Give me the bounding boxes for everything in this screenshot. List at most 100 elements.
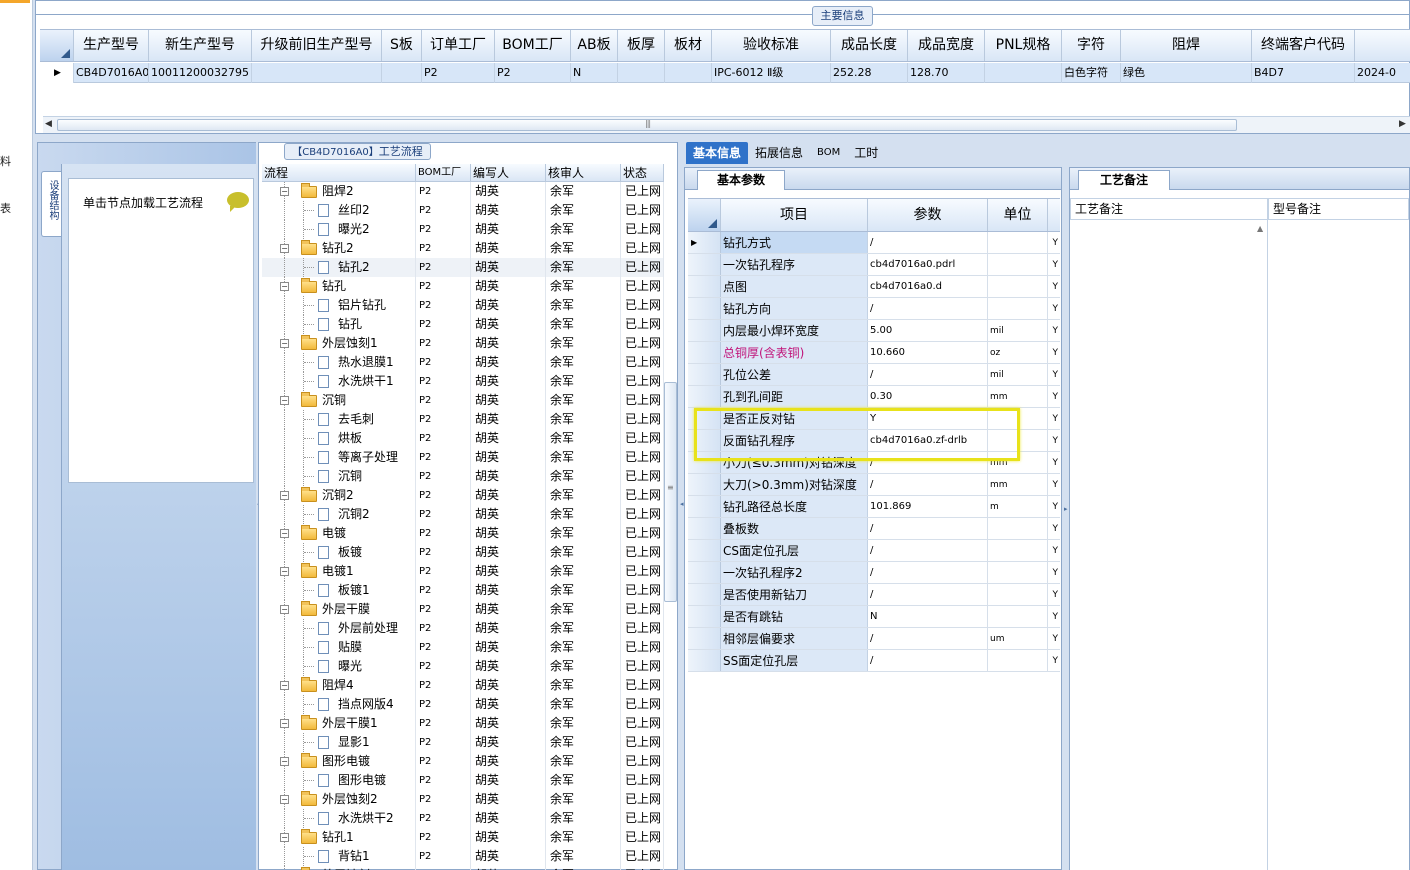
table-cell[interactable] bbox=[618, 63, 665, 83]
table-row[interactable]: 图形电镀 P2 胡英 余军 已上网 bbox=[262, 771, 664, 790]
table-cell[interactable]: 余军 bbox=[546, 771, 621, 790]
table-cell[interactable]: 余军 bbox=[546, 505, 621, 524]
row-selector-icon[interactable] bbox=[688, 298, 721, 319]
tree-node[interactable]: − 电镀 bbox=[262, 524, 416, 543]
tree-node[interactable]: − 钻孔 bbox=[262, 277, 416, 296]
table-cell[interactable]: P2 bbox=[416, 619, 471, 638]
column-header[interactable]: 编写人 bbox=[471, 164, 546, 182]
table-cell[interactable]: 胡英 bbox=[471, 486, 546, 505]
row-selector-icon[interactable]: ▶ bbox=[688, 232, 721, 253]
param-row[interactable]: 一次钻孔程序 cb4d7016a0.pdrl Y bbox=[688, 254, 1060, 276]
param-value[interactable]: cb4d7016a0.pdrl bbox=[868, 254, 988, 275]
table-cell[interactable]: P2 bbox=[416, 828, 471, 847]
table-cell[interactable]: 余军 bbox=[546, 695, 621, 714]
collapse-icon[interactable]: − bbox=[280, 396, 289, 405]
table-row[interactable]: 曝光 P2 胡英 余军 已上网 bbox=[262, 657, 664, 676]
collapse-icon[interactable]: − bbox=[280, 567, 289, 576]
row-selector-icon[interactable] bbox=[688, 540, 721, 561]
table-cell[interactable]: 余军 bbox=[546, 410, 621, 429]
param-row[interactable]: 是否使用新钻刀 / Y bbox=[688, 584, 1060, 606]
table-row[interactable]: − 钻孔2 P2 胡英 余军 已上网 bbox=[262, 239, 664, 258]
param-row[interactable]: 是否有跳钻 N Y bbox=[688, 606, 1060, 628]
notes-column[interactable] bbox=[1268, 220, 1409, 870]
table-cell[interactable]: 余军 bbox=[546, 828, 621, 847]
table-cell[interactable]: 已上网 bbox=[621, 866, 664, 870]
table-cell[interactable]: 已上网 bbox=[621, 714, 664, 733]
table-cell[interactable]: 余军 bbox=[546, 752, 621, 771]
param-value[interactable]: cb4d7016a0.d bbox=[868, 276, 988, 297]
table-row[interactable]: − 阻焊4 P2 胡英 余军 已上网 bbox=[262, 676, 664, 695]
table-cell[interactable]: 余军 bbox=[546, 657, 621, 676]
tree-node[interactable]: 钻孔 bbox=[262, 315, 416, 334]
table-cell[interactable]: P2 bbox=[416, 752, 471, 771]
param-value[interactable]: / bbox=[868, 232, 988, 253]
param-row[interactable]: 钻孔路径总长度 101.869 m Y bbox=[688, 496, 1060, 518]
table-row[interactable]: − 沉铜2 P2 胡英 余军 已上网 bbox=[262, 486, 664, 505]
table-cell[interactable]: P2 bbox=[416, 410, 471, 429]
tree-node[interactable]: 丝印2 bbox=[262, 201, 416, 220]
table-row[interactable]: 沉铜2 P2 胡英 余军 已上网 bbox=[262, 505, 664, 524]
table-cell[interactable]: 胡英 bbox=[471, 828, 546, 847]
tree-node[interactable]: − 阻焊2 bbox=[262, 182, 416, 201]
tree-node[interactable]: − 外层蚀刻1 bbox=[262, 334, 416, 353]
table-cell[interactable]: 胡英 bbox=[471, 562, 546, 581]
tree-node[interactable]: 钻孔2 bbox=[262, 258, 416, 277]
table-cell[interactable]: P2 bbox=[416, 448, 471, 467]
table-row[interactable]: 曝光2 P2 胡英 余军 已上网 bbox=[262, 220, 664, 239]
tree-node[interactable]: − 外层干膜1 bbox=[262, 714, 416, 733]
column-header[interactable]: 终端客户代码 bbox=[1252, 30, 1355, 61]
tree-node[interactable]: − 沉铜 bbox=[262, 391, 416, 410]
param-value[interactable]: / bbox=[868, 562, 988, 583]
table-cell[interactable]: 胡英 bbox=[471, 315, 546, 334]
table-cell[interactable]: P2 bbox=[416, 201, 471, 220]
column-header[interactable]: 板厚 bbox=[618, 30, 665, 61]
table-cell[interactable]: 已上网 bbox=[621, 828, 664, 847]
table-row[interactable]: 水洗烘干2 P2 胡英 余军 已上网 bbox=[262, 809, 664, 828]
table-row[interactable]: 钻孔 P2 胡英 余军 已上网 bbox=[262, 315, 664, 334]
scroll-right-icon[interactable]: ▶ bbox=[1399, 119, 1406, 129]
col-param[interactable]: 参数 bbox=[868, 199, 988, 231]
table-cell[interactable]: P2 bbox=[416, 505, 471, 524]
table-cell[interactable]: 128.70 bbox=[908, 63, 985, 83]
param-row[interactable]: 点图 cb4d7016a0.d Y bbox=[688, 276, 1060, 298]
table-cell[interactable]: 余军 bbox=[546, 809, 621, 828]
tree-node[interactable]: − 电镀1 bbox=[262, 562, 416, 581]
table-cell[interactable]: P2 bbox=[416, 714, 471, 733]
table-cell[interactable]: P2 bbox=[416, 847, 471, 866]
param-row[interactable]: 大刀(>0.3mm)对钻深度 / mm Y bbox=[688, 474, 1060, 496]
table-cell[interactable]: P2 bbox=[416, 467, 471, 486]
splitter[interactable]: ▸ bbox=[1063, 167, 1068, 870]
row-selector-icon[interactable] bbox=[688, 650, 721, 671]
tree-node[interactable]: 贴膜 bbox=[262, 638, 416, 657]
table-cell[interactable]: 胡英 bbox=[471, 258, 546, 277]
tree-node[interactable]: 显影1 bbox=[262, 733, 416, 752]
table-cell[interactable]: P2 bbox=[416, 277, 471, 296]
table-row[interactable]: 烘板 P2 胡英 余军 已上网 bbox=[262, 429, 664, 448]
table-cell[interactable]: 胡英 bbox=[471, 543, 546, 562]
table-cell[interactable]: 余军 bbox=[546, 866, 621, 870]
table-cell[interactable]: P2 bbox=[416, 353, 471, 372]
table-cell[interactable]: 已上网 bbox=[621, 752, 664, 771]
table-row[interactable]: 钻孔2 P2 胡英 余军 已上网 bbox=[262, 258, 664, 277]
table-cell[interactable]: 胡英 bbox=[471, 372, 546, 391]
table-row[interactable]: 贴膜 P2 胡英 余军 已上网 bbox=[262, 638, 664, 657]
param-value[interactable]: / bbox=[868, 298, 988, 319]
table-cell[interactable]: P2 bbox=[422, 63, 495, 83]
tree-node[interactable]: 铝片钻孔 bbox=[262, 296, 416, 315]
table-cell[interactable]: P2 bbox=[416, 562, 471, 581]
tree-node[interactable]: 去毛刺 bbox=[262, 410, 416, 429]
row-selector-icon[interactable] bbox=[688, 474, 721, 495]
table-cell[interactable]: P2 bbox=[495, 63, 571, 83]
tree-node[interactable]: 背钻1 bbox=[262, 847, 416, 866]
table-cell[interactable]: 胡英 bbox=[471, 619, 546, 638]
tab-extended-info[interactable]: 拓展信息 bbox=[748, 142, 810, 164]
table-row[interactable]: −外层蚀刻P2胡英余军已上网 bbox=[262, 866, 664, 870]
table-cell[interactable] bbox=[985, 63, 1062, 83]
col-process-note[interactable]: 工艺备注 bbox=[1070, 198, 1268, 220]
tree-node[interactable]: 曝光 bbox=[262, 657, 416, 676]
collapse-icon[interactable]: − bbox=[280, 719, 289, 728]
tree-node[interactable]: 水洗烘干2 bbox=[262, 809, 416, 828]
table-cell[interactable]: 余军 bbox=[546, 600, 621, 619]
tree-node[interactable]: − 外层干膜 bbox=[262, 600, 416, 619]
param-row[interactable]: CS面定位孔层 / Y bbox=[688, 540, 1060, 562]
